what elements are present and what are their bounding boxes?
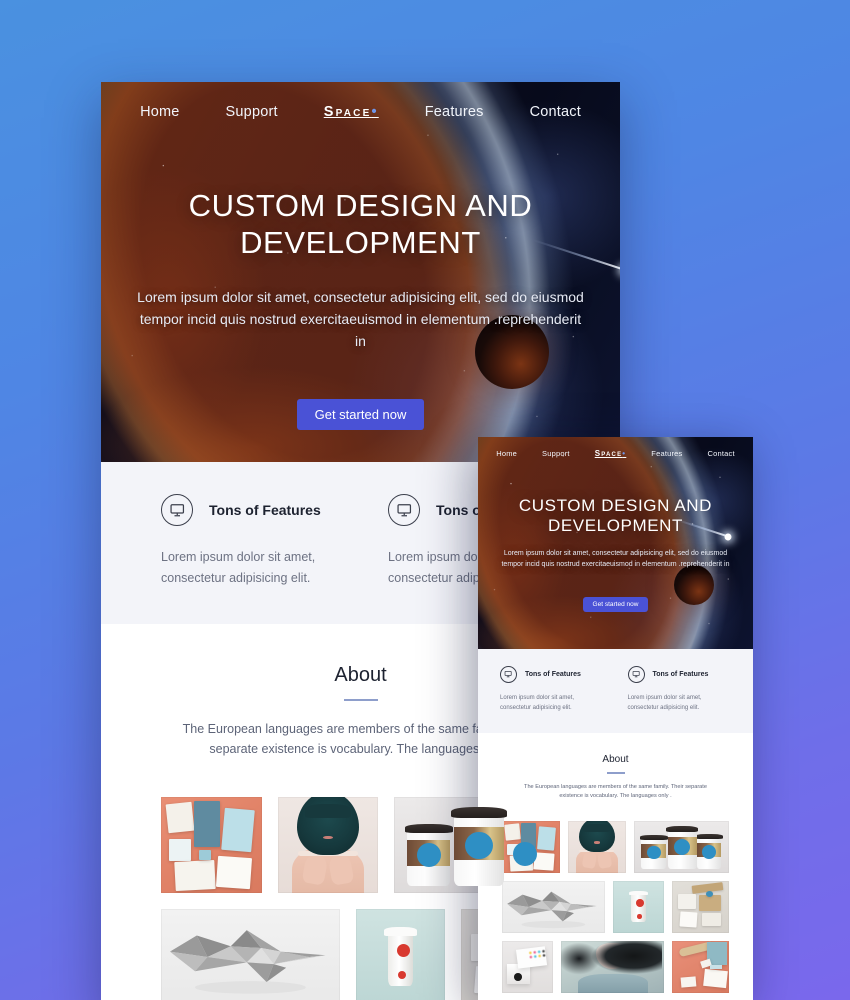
monitor-icon: [161, 494, 193, 526]
main-navigation[interactable]: Home Support Space• Features Contact: [478, 437, 753, 458]
feature-card: Tons of Features Lorem ipsum dolor sit a…: [500, 666, 604, 714]
site-logo[interactable]: Space•: [324, 104, 379, 120]
gallery-row: [502, 880, 729, 933]
site-logo[interactable]: Space•: [595, 449, 627, 458]
hero-content: CUSTOM DESIGN AND DEVELOPMENT Lorem ipsu…: [101, 188, 620, 431]
gallery-item-woman-teal-bob-portrait[interactable]: [277, 797, 379, 894]
hero-title: CUSTOM DESIGN AND DEVELOPMENT: [518, 496, 713, 536]
cmyk-business-cards-artwork: [502, 940, 554, 993]
woman-red-lips-portrait-artwork: [561, 940, 665, 993]
feature-card: Tons of Features Lorem ipsum dolor sit a…: [161, 494, 333, 588]
feature-text: Lorem ipsum dolor sit amet, consectetur …: [627, 695, 702, 711]
feature-header: Tons of Features: [161, 494, 333, 526]
logo-text: Space: [594, 449, 623, 458]
hero-title: CUSTOM DESIGN AND DEVELOPMENT: [188, 188, 533, 260]
get-started-button[interactable]: Get started now: [296, 399, 425, 431]
gallery-item-low-poly-shark-illustration[interactable]: [502, 880, 605, 933]
gallery-item-cmyk-business-cards[interactable]: [502, 940, 554, 993]
nav-link-home[interactable]: Home: [140, 104, 179, 120]
mint-coffee-cup-artwork: [612, 880, 665, 933]
nav-link-features[interactable]: Features: [651, 449, 682, 458]
feature-title: Tons of Features: [652, 671, 709, 678]
nav-link-support[interactable]: Support: [226, 104, 278, 120]
feature-title: Tons of Features: [209, 502, 321, 518]
gallery-item-mint-coffee-cup[interactable]: [612, 880, 665, 933]
coral-stationery-flatlay-artwork: [161, 797, 262, 894]
kraft-stationery-flatlay-artwork: [672, 880, 729, 933]
features-section: Tons of Features Lorem ipsum dolor sit a…: [478, 649, 753, 733]
coral-desk-flatlay-artwork: [672, 940, 729, 993]
nav-link-support[interactable]: Support: [542, 449, 570, 458]
get-started-button[interactable]: Get started now: [582, 596, 649, 612]
gallery-row: [161, 797, 560, 894]
gallery-item-kraft-stationery-flatlay[interactable]: [672, 880, 729, 933]
gallery-item-mint-coffee-cup[interactable]: [355, 909, 446, 1000]
monitor-icon: [388, 494, 420, 526]
feature-text: Lorem ipsum dolor sit amet, consectetur …: [500, 695, 575, 711]
feature-card: Tons of Features Lorem ipsum dolor sit a…: [627, 666, 732, 714]
gallery-item-low-poly-shark-illustration[interactable]: [161, 909, 340, 1000]
about-title: About: [602, 753, 629, 765]
monitor-icon: [627, 666, 645, 683]
hero-section: Home Support Space• Features Contact CUS…: [478, 437, 753, 649]
logo-text: Space: [323, 104, 372, 120]
gallery-item-coral-desk-flatlay[interactable]: [672, 940, 729, 993]
main-navigation[interactable]: Home Support Space• Features Contact: [101, 82, 620, 120]
woman-teal-bob-portrait-artwork: [277, 797, 379, 894]
gallery-row: [502, 820, 730, 873]
nav-link-contact[interactable]: Contact: [708, 449, 735, 458]
gallery-item-woman-teal-bob-portrait[interactable]: [567, 820, 626, 873]
gallery-item-paper-hot-cups-trio[interactable]: [633, 820, 730, 873]
woman-teal-bob-portrait-artwork: [567, 820, 626, 873]
about-divider: [606, 771, 625, 774]
logo-dot-icon: •: [622, 449, 627, 458]
gallery-row: [502, 940, 729, 993]
hero-subtitle: Lorem ipsum dolor sit amet, consectetur …: [137, 289, 584, 349]
low-poly-shark-illustration-artwork: [161, 909, 340, 1000]
mint-coffee-cup-artwork: [355, 909, 446, 1000]
nav-link-home[interactable]: Home: [496, 449, 517, 458]
low-poly-shark-illustration-artwork: [502, 880, 605, 933]
hero-subtitle: Lorem ipsum dolor sit amet, consectetur …: [501, 550, 730, 568]
feature-title: Tons of Features: [525, 671, 581, 678]
feature-header: Tons of Features: [500, 666, 604, 683]
monitor-icon: [500, 666, 517, 683]
gallery-item-woman-red-lips-portrait[interactable]: [561, 940, 665, 993]
nav-link-features[interactable]: Features: [425, 104, 484, 120]
about-text: The European languages are members of th…: [524, 783, 707, 799]
nav-link-contact[interactable]: Contact: [530, 104, 581, 120]
secondary-browser-window[interactable]: Home Support Space• Features Contact CUS…: [478, 437, 753, 1000]
feature-text: Lorem ipsum dolor sit amet, consectetur …: [161, 550, 316, 585]
feature-header: Tons of Features: [627, 666, 732, 683]
logo-dot-icon: •: [371, 104, 379, 120]
about-section: About The European languages are members…: [478, 732, 753, 815]
about-divider: [343, 699, 378, 702]
gallery-item-coral-stationery-flatlay[interactable]: [161, 797, 262, 894]
paper-hot-cups-trio-artwork: [633, 820, 730, 873]
hero-content: CUSTOM DESIGN AND DEVELOPMENT Lorem ipsu…: [478, 496, 753, 612]
hero-section: Home Support Space• Features Contact CUS…: [101, 82, 620, 462]
